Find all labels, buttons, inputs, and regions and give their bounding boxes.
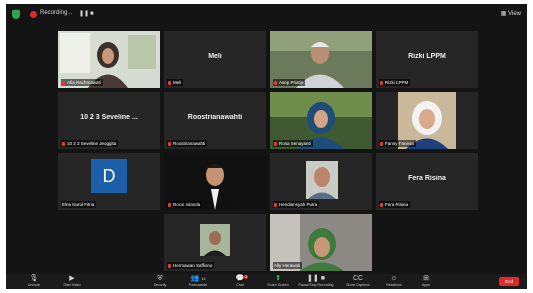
participant-name: Hendiansyah Putra <box>273 201 320 208</box>
participant-name: Rizki LPPM <box>379 79 411 86</box>
pause-recording-icon[interactable]: ❚❚ <box>79 11 89 17</box>
end-meeting-button[interactable]: End <box>499 277 519 286</box>
muted-mic-icon <box>380 202 383 207</box>
participant-name: Fanny Fanesa <box>379 140 416 147</box>
video-tile-seveline[interactable]: 10 2 3 Seveline ... 10 2 3 Seveline Jeog… <box>58 92 160 149</box>
muted-mic-icon <box>274 141 277 146</box>
video-tile-asep[interactable]: Asep Priatin <box>270 31 372 88</box>
participant-name: Roostrianawahti <box>167 140 208 147</box>
muted-mic-icon <box>274 80 277 85</box>
meeting-toolbar: 🎙 Unmute ▶ Start Video ⛨ Security 👥 14 P… <box>6 274 527 289</box>
muted-mic-icon <box>62 80 65 85</box>
participant-name: 10 2 3 Seveline Jeoggita <box>61 140 119 147</box>
participant-name: Hermawan Saffiono <box>167 262 215 269</box>
participants-icon: 👥 14 <box>190 275 206 282</box>
video-tile-rocsi[interactable]: Rocsi Iolanda <box>164 153 266 210</box>
video-tile-fanny[interactable]: Fanny Fanesa <box>376 92 478 149</box>
top-bar: Recording... ❚❚ ■ ▦ View <box>6 4 527 26</box>
video-tile-roostrianawahti[interactable]: Roostrianawahti Roostrianawahti <box>164 92 266 149</box>
participant-name: Fera Risina <box>379 201 411 208</box>
recording-label: Recording... <box>40 10 73 16</box>
participant-display-name: Fera Risina <box>408 175 446 182</box>
participant-name: Rosa Senayanti <box>273 140 313 147</box>
security-shield-icon[interactable] <box>12 10 20 19</box>
participant-name: Afia Rachmawati <box>61 79 103 86</box>
apps-button[interactable]: ⊞ Apps <box>404 275 448 288</box>
apps-icon: ⊞ <box>423 275 429 282</box>
participant-display-name: Meli <box>208 53 222 60</box>
pause-stop-icon: ❚❚ ■ <box>307 275 325 282</box>
participant-display-name: Roostrianawahti <box>187 114 243 121</box>
participant-name: Asep Priatin <box>273 79 306 86</box>
participant-name: Rocsi Iolanda <box>167 201 203 208</box>
participants-button[interactable]: 👥 14 Participants <box>176 275 220 288</box>
recording-icon <box>30 11 37 18</box>
video-tile-afia[interactable]: Afia Rachmawati <box>58 31 160 88</box>
video-tile-ally[interactable]: Ally Herawati <box>270 214 372 271</box>
muted-mic-icon <box>380 141 383 146</box>
pause-stop-recording-button[interactable]: ❚❚ ■ Pause/Stop Recording <box>294 275 338 288</box>
muted-mic-icon <box>168 202 171 207</box>
muted-mic-icon <box>168 263 171 268</box>
muted-mic-icon <box>168 80 171 85</box>
participant-display-name: Rizki LPPM <box>408 53 446 60</box>
video-tile-fera[interactable]: Fera Risina Fera Risina <box>376 153 478 210</box>
stop-recording-icon[interactable]: ■ <box>90 11 96 17</box>
participant-name: Meli <box>167 79 184 86</box>
muted-mic-icon <box>380 80 383 85</box>
video-off-icon: ▶ <box>69 275 75 282</box>
video-tile-hendiansyah[interactable]: Hendiansyah Putra <box>270 153 372 210</box>
video-tile-meli[interactable]: Meli Meli <box>164 31 266 88</box>
muted-mic-icon <box>274 202 277 207</box>
participant-avatar: D <box>91 159 127 193</box>
participant-name: Ally Herawati <box>273 262 303 269</box>
video-tile-elna[interactable]: D Elna Nurul Fitria <box>58 153 160 210</box>
chat-unread-badge: 2 <box>244 275 248 279</box>
muted-mic-icon <box>168 141 171 146</box>
start-video-button[interactable]: ▶ Start Video <box>50 275 94 288</box>
participant-display-name: 10 2 3 Seveline ... <box>80 114 138 121</box>
muted-mic-icon <box>62 141 65 146</box>
zoom-meeting-window: Recording... ❚❚ ■ ▦ View Afia Rachmawati… <box>6 4 527 289</box>
video-tile-hermawan[interactable]: Hermawan Saffiono <box>164 214 266 271</box>
video-tile-rizki[interactable]: Rizki LPPM Rizki LPPM <box>376 31 478 88</box>
video-tile-rosa[interactable]: Rosa Senayanti <box>270 92 372 149</box>
participant-name: Elna Nurul Fitria <box>61 201 97 208</box>
view-button[interactable]: ▦ View <box>501 10 521 17</box>
